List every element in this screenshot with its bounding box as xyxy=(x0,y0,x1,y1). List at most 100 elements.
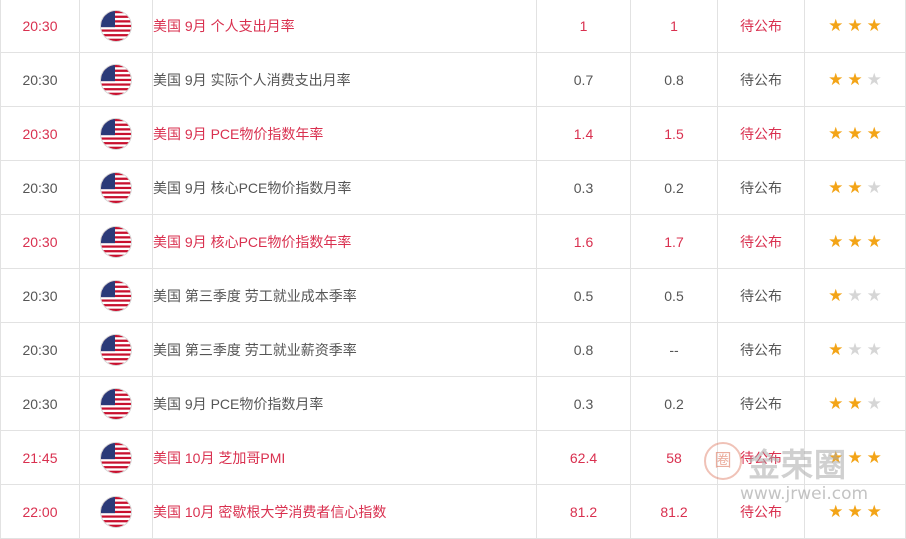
star-filled-icon: ★ xyxy=(847,70,863,89)
calendar-row: 20:30 美国 9月 PCE物价指数年率 1.4 1.5 待公布 ★ ★ ★ xyxy=(0,106,906,161)
event-title: 9月 核心PCE物价指数年率 xyxy=(184,233,352,250)
star-empty-icon: ★ xyxy=(866,70,882,89)
event-time: 21:45 xyxy=(0,430,80,485)
star-filled-icon: ★ xyxy=(828,16,844,35)
star-rating: ★ ★ ★ xyxy=(828,179,882,196)
event-name: 美国 9月 PCE物价指数月率 xyxy=(152,376,537,431)
importance-rating: ★ ★ ★ xyxy=(804,484,906,539)
us-flag-icon xyxy=(101,442,131,473)
star-filled-icon: ★ xyxy=(866,502,882,521)
previous-value: 62.4 xyxy=(536,430,631,485)
star-filled-icon: ★ xyxy=(866,448,882,467)
country-flag-cell xyxy=(79,322,153,377)
country-flag-cell xyxy=(79,376,153,431)
event-title: 10月 密歇根大学消费者信心指数 xyxy=(184,503,387,520)
event-title: 9月 PCE物价指数年率 xyxy=(184,125,324,142)
forecast-value: 0.2 xyxy=(630,160,718,215)
economic-calendar-table: 20:30 美国 9月 个人支出月率 1 1 待公布 ★ ★ ★ 20:30 美国 9月 实际个人… xyxy=(0,0,906,539)
event-title: 9月 个人支出月率 xyxy=(184,17,295,34)
star-empty-icon: ★ xyxy=(866,178,882,197)
country-flag-cell xyxy=(79,52,153,107)
event-title: 9月 PCE物价指数月率 xyxy=(184,395,324,412)
event-country: 美国 xyxy=(153,17,181,34)
star-rating: ★ ★ ★ xyxy=(828,125,882,142)
forecast-value: -- xyxy=(630,322,718,377)
star-rating: ★ ★ ★ xyxy=(828,233,882,250)
calendar-row: 20:30 美国 第三季度 劳工就业薪资季率 0.8 -- 待公布 ★ ★ ★ xyxy=(0,322,906,377)
forecast-value: 1 xyxy=(630,0,718,53)
country-flag-cell xyxy=(79,106,153,161)
star-filled-icon: ★ xyxy=(828,70,844,89)
importance-rating: ★ ★ ★ xyxy=(804,106,906,161)
event-country: 美国 xyxy=(153,71,181,88)
star-empty-icon: ★ xyxy=(866,286,882,305)
actual-status: 待公布 xyxy=(717,322,805,377)
importance-rating: ★ ★ ★ xyxy=(804,52,906,107)
event-time: 20:30 xyxy=(0,160,80,215)
actual-status: 待公布 xyxy=(717,430,805,485)
country-flag-cell xyxy=(79,430,153,485)
star-rating: ★ ★ ★ xyxy=(828,287,882,304)
star-rating: ★ ★ ★ xyxy=(828,341,882,358)
country-flag-cell xyxy=(79,214,153,269)
forecast-value: 0.8 xyxy=(630,52,718,107)
calendar-row: 20:30 美国 9月 核心PCE物价指数年率 1.6 1.7 待公布 ★ ★ ★ xyxy=(0,214,906,269)
forecast-value: 0.5 xyxy=(630,268,718,323)
star-filled-icon: ★ xyxy=(847,16,863,35)
star-filled-icon: ★ xyxy=(847,448,863,467)
previous-value: 1 xyxy=(536,0,631,53)
star-filled-icon: ★ xyxy=(847,124,863,143)
actual-status: 待公布 xyxy=(717,268,805,323)
forecast-value: 1.5 xyxy=(630,106,718,161)
star-empty-icon: ★ xyxy=(866,394,882,413)
previous-value: 0.5 xyxy=(536,268,631,323)
previous-value: 0.8 xyxy=(536,322,631,377)
us-flag-icon xyxy=(101,10,131,41)
event-name: 美国 10月 芝加哥PMI xyxy=(152,430,537,485)
star-rating: ★ ★ ★ xyxy=(828,449,882,466)
event-name: 美国 第三季度 劳工就业薪资季率 xyxy=(152,322,537,377)
actual-status: 待公布 xyxy=(717,0,805,53)
star-filled-icon: ★ xyxy=(828,286,844,305)
event-country: 美国 xyxy=(153,503,181,520)
star-filled-icon: ★ xyxy=(828,232,844,251)
importance-rating: ★ ★ ★ xyxy=(804,430,906,485)
forecast-value: 1.7 xyxy=(630,214,718,269)
us-flag-icon xyxy=(101,226,131,257)
importance-rating: ★ ★ ★ xyxy=(804,160,906,215)
star-filled-icon: ★ xyxy=(847,394,863,413)
us-flag-icon xyxy=(101,496,131,527)
us-flag-icon xyxy=(101,388,131,419)
previous-value: 81.2 xyxy=(536,484,631,539)
event-time: 22:00 xyxy=(0,484,80,539)
actual-status: 待公布 xyxy=(717,106,805,161)
calendar-row: 20:30 美国 9月 实际个人消费支出月率 0.7 0.8 待公布 ★ ★ ★ xyxy=(0,52,906,107)
star-rating: ★ ★ ★ xyxy=(828,503,882,520)
importance-rating: ★ ★ ★ xyxy=(804,268,906,323)
event-title: 9月 核心PCE物价指数月率 xyxy=(184,179,352,196)
star-rating: ★ ★ ★ xyxy=(828,395,882,412)
star-empty-icon: ★ xyxy=(866,340,882,359)
event-time: 20:30 xyxy=(0,322,80,377)
importance-rating: ★ ★ ★ xyxy=(804,214,906,269)
event-time: 20:30 xyxy=(0,214,80,269)
calendar-row: 21:45 美国 10月 芝加哥PMI 62.4 58 待公布 ★ ★ ★ xyxy=(0,430,906,485)
star-empty-icon: ★ xyxy=(847,340,863,359)
forecast-value: 58 xyxy=(630,430,718,485)
event-country: 美国 xyxy=(153,287,181,304)
previous-value: 0.7 xyxy=(536,52,631,107)
event-time: 20:30 xyxy=(0,52,80,107)
calendar-body: 20:30 美国 9月 个人支出月率 1 1 待公布 ★ ★ ★ 20:30 美国 9月 实际个人… xyxy=(0,0,906,539)
star-rating: ★ ★ ★ xyxy=(828,17,882,34)
actual-status: 待公布 xyxy=(717,484,805,539)
event-name: 美国 10月 密歇根大学消费者信心指数 xyxy=(152,484,537,539)
star-filled-icon: ★ xyxy=(866,124,882,143)
importance-rating: ★ ★ ★ xyxy=(804,376,906,431)
star-filled-icon: ★ xyxy=(828,178,844,197)
actual-status: 待公布 xyxy=(717,376,805,431)
importance-rating: ★ ★ ★ xyxy=(804,0,906,53)
star-filled-icon: ★ xyxy=(828,394,844,413)
event-name: 美国 9月 核心PCE物价指数月率 xyxy=(152,160,537,215)
star-filled-icon: ★ xyxy=(828,502,844,521)
event-time: 20:30 xyxy=(0,376,80,431)
